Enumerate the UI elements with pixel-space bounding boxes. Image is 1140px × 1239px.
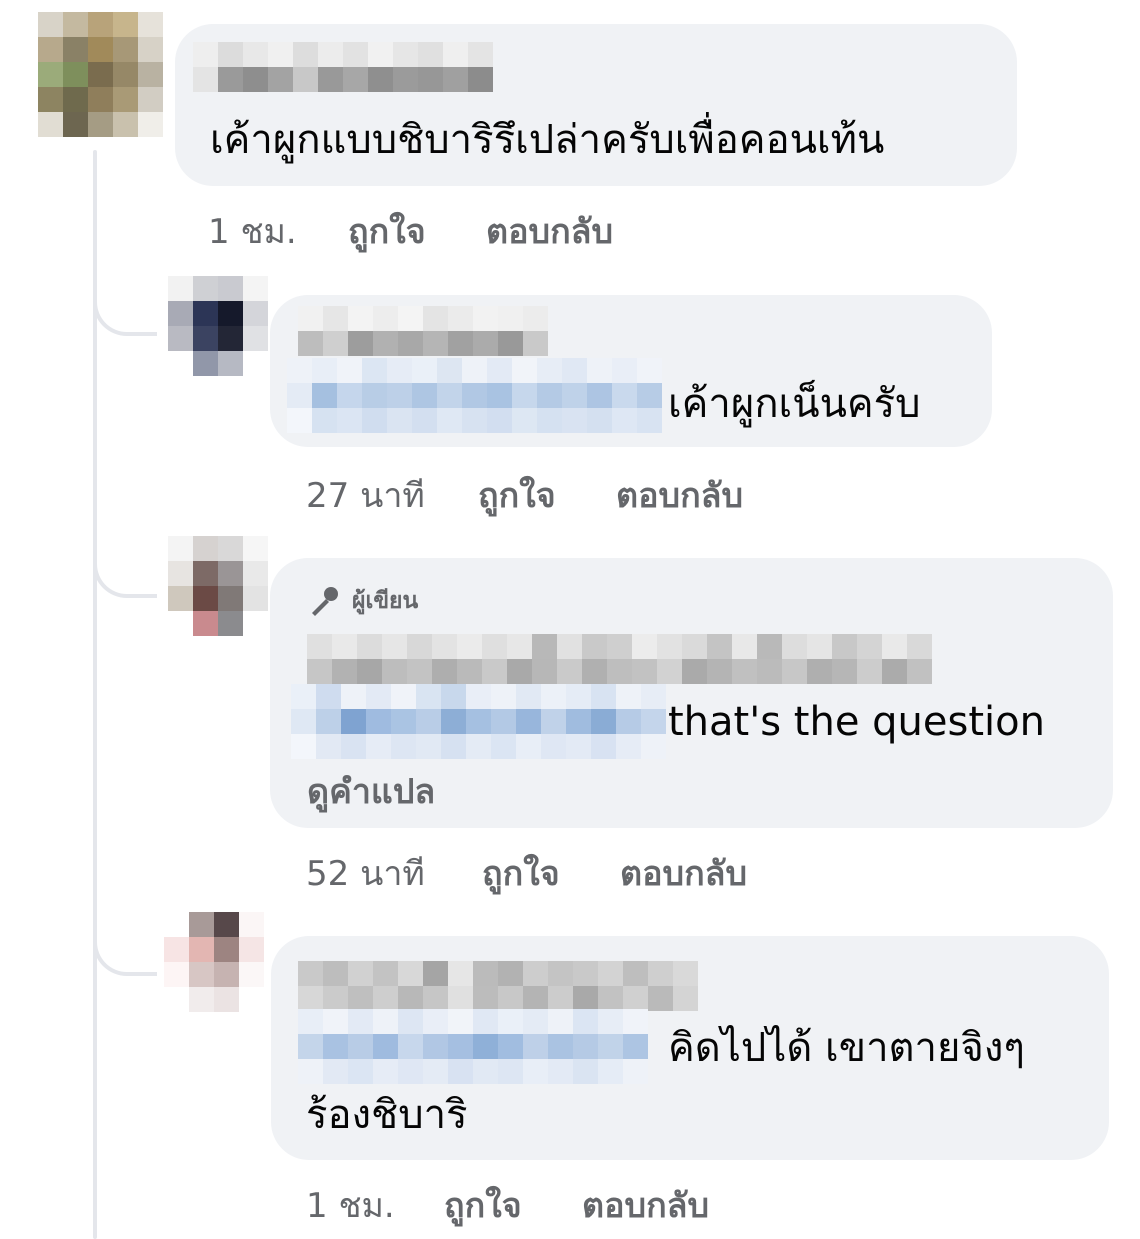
comment-text: เค้าผูกเน็นครับ — [668, 381, 921, 427]
author-badge-label: ผู้เขียน — [352, 588, 419, 614]
mention-tag-blurred[interactable] — [291, 684, 666, 759]
like-button[interactable]: ถูกใจ — [348, 204, 486, 258]
reply-button[interactable]: ตอบกลับ — [582, 1178, 709, 1232]
thread-connector-reply-2 — [93, 500, 157, 598]
comment-timestamp[interactable]: 1 ชม. — [208, 204, 348, 258]
see-translation-link[interactable]: ดูคำแปล — [307, 764, 435, 818]
like-button[interactable]: ถูกใจ — [444, 1178, 582, 1232]
mention-tag-blurred[interactable] — [287, 358, 662, 433]
comment-text: เค้าผูกแบบชิบาริรึเปล่าครับเพื่อคอนเท้น — [210, 117, 885, 163]
comment-text-line-1: คิดไปได้ เขาตายจิงๆ — [668, 1025, 1025, 1071]
like-button[interactable]: ถูกใจ — [478, 468, 616, 522]
comment-actions: 52 นาที ถูกใจ ตอบกลับ — [306, 846, 747, 900]
commenter-name-blurred[interactable] — [193, 42, 493, 92]
author-badge: ผู้เขียน — [306, 583, 418, 619]
comment-timestamp[interactable]: 1 ชม. — [306, 1178, 444, 1232]
avatar[interactable] — [168, 276, 268, 376]
microphone-icon — [312, 587, 338, 616]
avatar[interactable] — [168, 536, 268, 636]
comment-actions: 1 ชม. ถูกใจ ตอบกลับ — [306, 1178, 709, 1232]
commenter-name-blurred[interactable] — [298, 306, 548, 356]
comment-actions: 27 นาที ถูกใจ ตอบกลับ — [306, 468, 743, 522]
thread-connector-reply-3 — [93, 880, 157, 976]
commenter-name-blurred[interactable] — [298, 961, 698, 1011]
avatar[interactable] — [164, 912, 264, 1012]
reply-button[interactable]: ตอบกลับ — [620, 846, 747, 900]
avatar[interactable] — [38, 12, 163, 137]
comment-timestamp[interactable]: 52 นาที — [306, 846, 482, 900]
comment-actions: 1 ชม. ถูกใจ ตอบกลับ — [208, 204, 613, 258]
mention-tag-blurred[interactable] — [298, 1009, 658, 1084]
like-button[interactable]: ถูกใจ — [482, 846, 620, 900]
reply-button[interactable]: ตอบกลับ — [486, 204, 613, 258]
comment-timestamp[interactable]: 27 นาที — [306, 468, 478, 522]
commenter-name-blurred[interactable] — [307, 634, 932, 684]
thread-connector-reply-1 — [93, 240, 157, 336]
reply-button[interactable]: ตอบกลับ — [616, 468, 743, 522]
comment-text-line-2: ร้องชิบาริ — [306, 1092, 468, 1138]
comment-text: that's the question — [668, 699, 1045, 745]
